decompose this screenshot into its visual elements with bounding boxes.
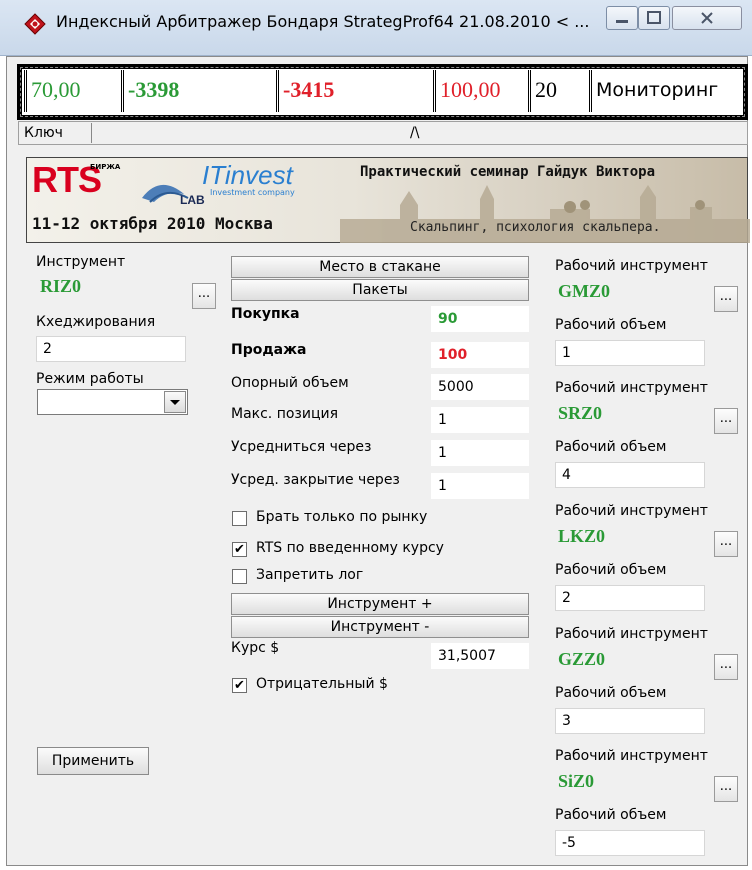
work-instrument-label: Рабочий инструмент [555,626,708,642]
hedge-field[interactable]: 2 [36,336,186,362]
instrument-plus-button[interactable]: Инструмент + [231,593,529,615]
avg-close-field[interactable]: 1 [431,473,529,499]
work-instrument-label: Рабочий инструмент [555,748,708,764]
banner-date: 11-12 октября 2010 Москва [32,214,273,233]
average-label: Усредниться через [231,439,372,455]
window-title: Индексный Арбитражер Бондаря StrategProf… [56,12,590,31]
minimize-button[interactable] [606,6,638,30]
work-instrument-browse-button[interactable]: ... [714,654,738,680]
work-instrument-value: GMZ0 [558,281,610,301]
indicator-spread-buy: -3398 [121,70,273,112]
instrument-browse-button[interactable]: ... [192,283,216,309]
packets-button[interactable]: Пакеты [231,279,529,301]
market-only-label: Брать только по рынку [256,509,428,525]
work-volume-field[interactable]: -5 [555,830,705,856]
work-volume-label: Рабочий объем [555,317,667,333]
indicator-count: 20 [528,70,586,112]
work-volume-label: Рабочий объем [555,807,667,823]
chevron-down-icon [170,400,180,405]
rate-field[interactable]: 31,5007 [431,643,529,669]
sell-field[interactable]: 100 [431,342,529,368]
itinvest-tagline: Investment company [210,188,295,197]
banner-title: Практический семинар Гайдук Виктора [360,164,656,180]
avg-close-label: Усред. закрытие через [231,472,400,488]
work-volume-label: Рабочий объем [555,685,667,701]
apply-button[interactable]: Применить [37,747,149,775]
negative-label: Отрицательный $ [256,676,388,692]
mode-select-arrow[interactable] [164,391,186,413]
close-icon [701,12,713,24]
work-volume-field[interactable]: 2 [555,585,705,611]
work-instrument-label: Рабочий инструмент [555,380,708,396]
place-in-book-button[interactable]: Место в стакане [231,256,529,278]
work-volume-field[interactable]: 1 [555,340,705,366]
rts-rate-label: RTS по введенному курсу [256,540,444,556]
average-field[interactable]: 1 [431,440,529,466]
indicator-mode: Мониторинг [589,70,741,112]
work-instrument-browse-button[interactable]: ... [714,286,738,312]
work-instrument-label: Рабочий инструмент [555,258,708,274]
work-instrument-value: LKZ0 [558,526,606,546]
work-instrument-browse-button[interactable]: ... [714,531,738,557]
indicator-target: 100,00 [433,70,525,112]
instrument-minus-button[interactable]: Инструмент - [231,616,529,638]
sell-label: Продажа [231,342,307,358]
base-volume-field[interactable]: 5000 [431,374,529,400]
svg-text:LAB: LAB [180,193,205,207]
header-bar [18,121,748,145]
work-instrument-value: GZZ0 [558,649,606,669]
instrument-label: Инструмент [36,254,126,270]
hedge-label: Кхеджирования [36,314,156,330]
work-volume-field[interactable]: 3 [555,708,705,734]
maximize-icon [647,11,661,24]
buy-label: Покупка [231,306,300,322]
no-log-label: Запретить лог [256,567,364,583]
maximize-button[interactable] [638,6,670,30]
work-instrument-browse-button[interactable]: ... [714,408,738,434]
indicator-base-price: 70,00 [24,70,118,112]
sort-caret-icon[interactable]: /\ [410,123,419,143]
rate-label: Курс $ [231,640,280,656]
indicator-spread-sell: -3415 [276,70,430,112]
no-log-checkbox[interactable] [232,569,247,584]
mode-label: Режим работы [36,371,144,387]
key-column-header[interactable]: Ключ [20,123,92,143]
buy-field[interactable]: 90 [431,306,529,332]
negative-checkbox[interactable]: ✔ [232,678,247,693]
rts-rate-checkbox[interactable]: ✔ [232,542,247,557]
app-icon [24,13,46,35]
work-instrument-label: Рабочий инструмент [555,503,708,519]
max-position-field[interactable]: 1 [431,407,529,433]
close-button[interactable] [672,6,742,30]
minimize-icon [616,20,628,23]
banner-subtitle: Скальпинг, психология скальпера. [410,220,661,235]
work-instrument-value: SRZ0 [558,403,603,423]
work-instrument-browse-button[interactable]: ... [714,776,738,802]
exchange-tag: БИРЖА [90,163,121,171]
work-volume-label: Рабочий объем [555,439,667,455]
work-volume-label: Рабочий объем [555,562,667,578]
base-volume-label: Опорный объем [231,375,349,391]
max-position-label: Макс. позиция [231,406,339,422]
market-only-checkbox[interactable] [232,511,247,526]
work-instrument-value: SiZ0 [558,771,595,791]
instrument-value: RIZ0 [40,276,82,296]
itinvest-logo: ITinvest [202,160,293,190]
work-volume-field[interactable]: 4 [555,462,705,488]
